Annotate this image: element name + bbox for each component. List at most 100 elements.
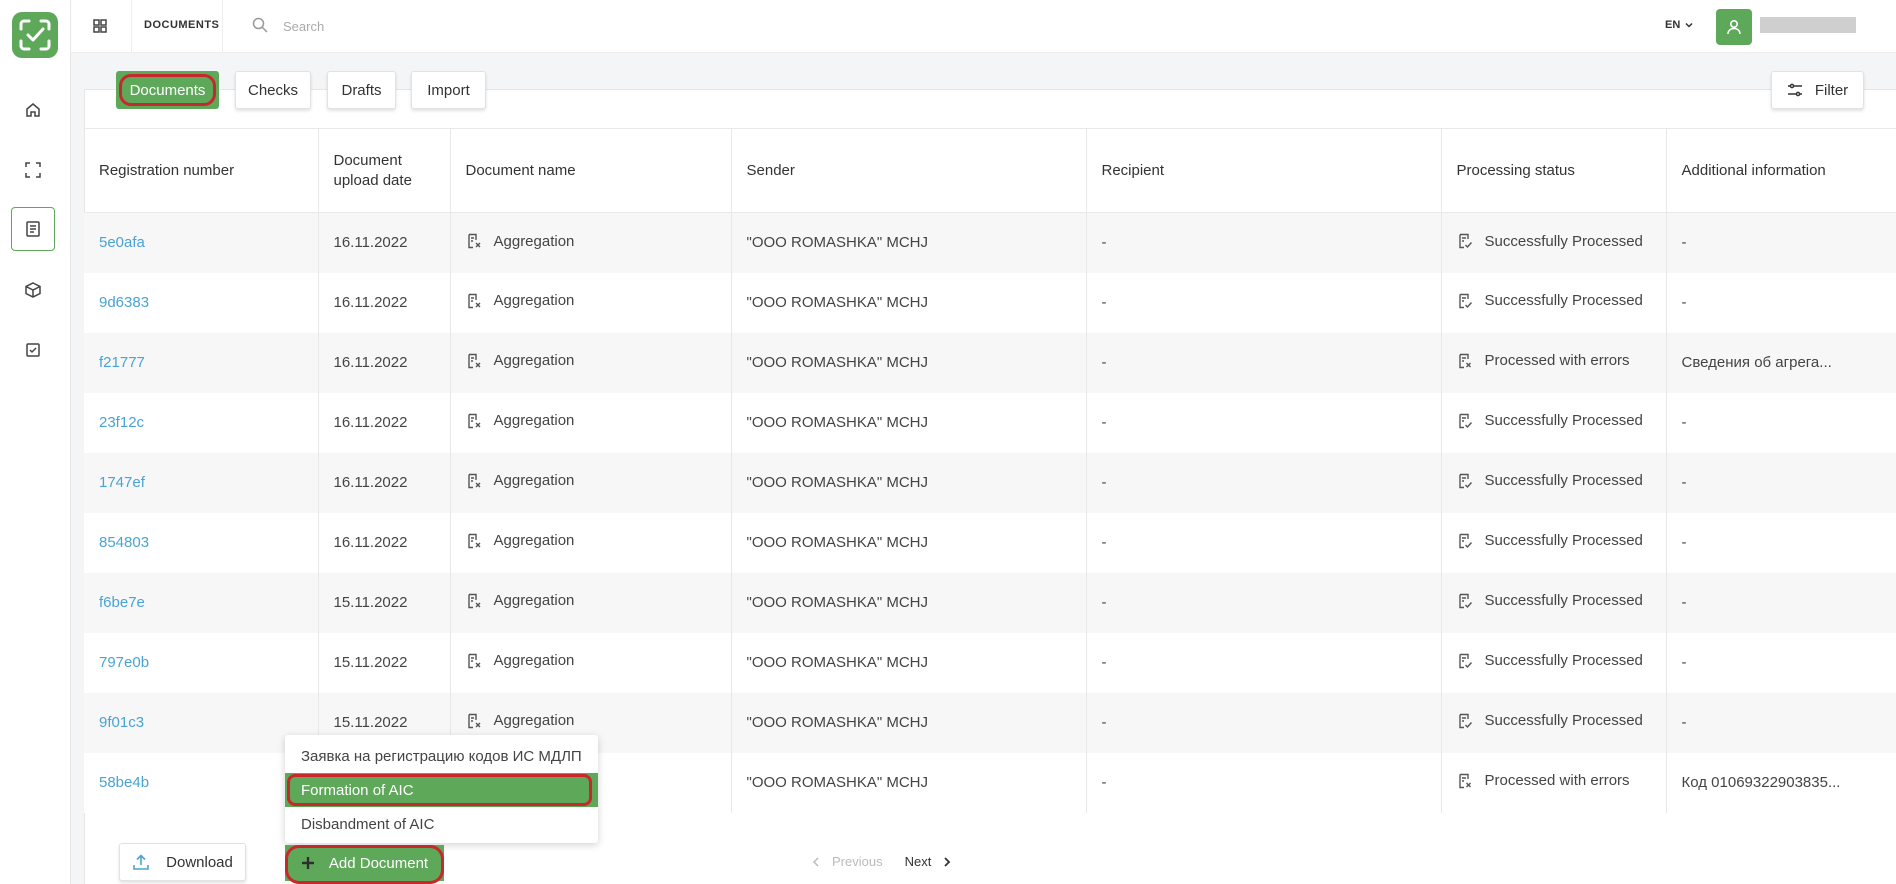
top-bar: DOCUMENTS EN [71,0,1896,53]
recipient: - [1086,692,1442,753]
table-row[interactable]: f6be7e 15.11.2022 Aggregation "OOO ROMASHKA… [84,572,1896,633]
column-header[interactable]: Recipient [1086,128,1442,213]
processing-status-cell: Successfully Processed [1441,512,1667,573]
column-header[interactable]: Registration number [84,128,319,213]
upload-date: 15.11.2022 [318,572,451,633]
table-row[interactable]: 797e0b 15.11.2022 Aggregation "OOO ROMASHKA… [84,632,1896,693]
registration-number-link[interactable]: f6be7e [84,572,319,633]
upload-icon [133,854,149,870]
user-name-redacted[interactable] [1760,17,1856,33]
sender: "OOO ROMASHKA" MCHJ [731,692,1087,753]
apps-grid-icon[interactable] [91,17,109,35]
status-success-icon [1458,233,1472,249]
processing-status-cell: Successfully Processed [1441,212,1667,273]
language-selector[interactable]: EN [1665,19,1694,31]
tab-documents[interactable]: Documents [116,71,219,109]
app-logo-icon[interactable] [12,12,58,58]
processing-status: Successfully Processed [1484,532,1643,550]
registration-number-link[interactable]: 1747ef [84,452,319,513]
document-type-icon [467,413,480,428]
document-name-cell: Aggregation [450,572,732,633]
processing-status: Successfully Processed [1484,292,1643,310]
registration-number-link[interactable]: 23f12c [84,392,319,453]
additional-info: - [1666,632,1896,693]
column-header[interactable]: Additional information [1666,129,1896,213]
processing-status-cell: Processed with errors [1441,332,1667,393]
tab-import[interactable]: Import [411,71,486,109]
registration-number-link[interactable]: 797e0b [84,632,319,693]
status-success-icon [1458,293,1472,308]
upload-date: 16.11.2022 [318,332,451,393]
sender: "OOO ROMASHKA" MCHJ [731,452,1087,513]
table-row[interactable]: 5e0afa 16.11.2022 Aggregation "OOO ROMASHKA… [84,212,1896,273]
table-row[interactable]: f21777 16.11.2022 Aggregation "OOO ROMASHKA… [84,332,1896,393]
upload-date: 16.11.2022 [318,452,451,513]
additional-info: - [1666,272,1896,333]
table-header-row: Registration number Document upload date… [84,128,1896,213]
scan-icon[interactable] [11,148,55,192]
status-success-icon [1458,533,1472,548]
column-header[interactable]: Document upload date [318,128,451,213]
document-name-cell: Aggregation [450,332,732,393]
column-header[interactable]: Processing status [1441,128,1667,213]
plus-icon [301,857,314,869]
processing-status-cell: Successfully Processed [1441,632,1667,693]
user-icon [1727,19,1741,35]
processing-status-cell: Successfully Processed [1441,272,1667,333]
registration-number-link[interactable]: 9f01c3 [84,692,319,753]
document-name: Aggregation [493,712,575,730]
upload-date: 16.11.2022 [318,512,451,573]
home-icon[interactable] [11,88,55,132]
table-row[interactable]: 9d6383 16.11.2022 Aggregation "OOO ROMASHKA… [84,272,1896,333]
recipient: - [1086,752,1442,813]
recipient: - [1086,212,1442,273]
sender: "OOO ROMASHKA" MCHJ [731,332,1087,393]
menu-item-mdlp-registration[interactable]: Заявка на регистрацию кодов ИС МДЛП [285,739,598,773]
table-row[interactable]: 1747ef 16.11.2022 Aggregation "OOO ROMASHKA… [84,452,1896,513]
menu-item-disbandment-of-aic[interactable]: Disbandment of AIC [285,807,598,841]
filter-button[interactable]: Filter [1771,71,1864,109]
document-name: Aggregation [493,472,575,490]
processing-status: Processed with errors [1484,772,1630,790]
upload-date: 16.11.2022 [318,392,451,453]
tab-label: Drafts [341,81,382,99]
document-name: Aggregation [493,232,575,250]
processing-status-cell: Processed with errors [1441,752,1667,813]
package-icon[interactable] [11,268,55,312]
avatar[interactable] [1716,9,1752,45]
document-name-cell: Aggregation [450,212,732,273]
processing-status: Successfully Processed [1484,412,1643,430]
document-type-icon [467,293,480,308]
tab-drafts[interactable]: Drafts [327,71,396,109]
registration-number-link[interactable]: 9d6383 [84,272,319,333]
document-type-icon [467,353,480,368]
topbar-divider [131,0,132,53]
add-document-button[interactable]: Add Document [285,845,444,884]
registration-number-link[interactable]: 854803 [84,512,319,573]
checks-icon[interactable] [11,328,55,372]
document-type-icon [467,473,480,488]
status-success-icon [1458,653,1472,668]
registration-number-link[interactable]: 58be4b [84,752,319,813]
menu-item-formation-of-aic[interactable]: Formation of AIC [285,773,598,807]
table-row[interactable]: 854803 16.11.2022 Aggregation "OOO ROMASHKA… [84,512,1896,573]
recipient: - [1086,392,1442,453]
processing-status: Successfully Processed [1484,232,1643,250]
document-name-cell: Aggregation [450,392,732,453]
column-header[interactable]: Sender [731,128,1087,213]
left-sidebar [0,0,71,884]
next-page-button[interactable]: Next [905,854,952,869]
previous-page-button[interactable]: Previous [812,854,883,869]
column-header[interactable]: Document name [450,128,732,213]
document-name: Aggregation [493,532,575,550]
documents-icon[interactable] [11,207,55,251]
search-input[interactable] [283,14,583,38]
registration-number-link[interactable]: 5e0afa [84,212,319,273]
status-error-icon [1458,773,1471,788]
next-label: Next [904,854,932,869]
registration-number-link[interactable]: f21777 [84,332,319,393]
tab-checks[interactable]: Checks [235,71,311,109]
download-button[interactable]: Download [119,843,246,881]
table-row[interactable]: 23f12c 16.11.2022 Aggregation "OOO ROMASHKA… [84,392,1896,453]
recipient: - [1086,272,1442,333]
